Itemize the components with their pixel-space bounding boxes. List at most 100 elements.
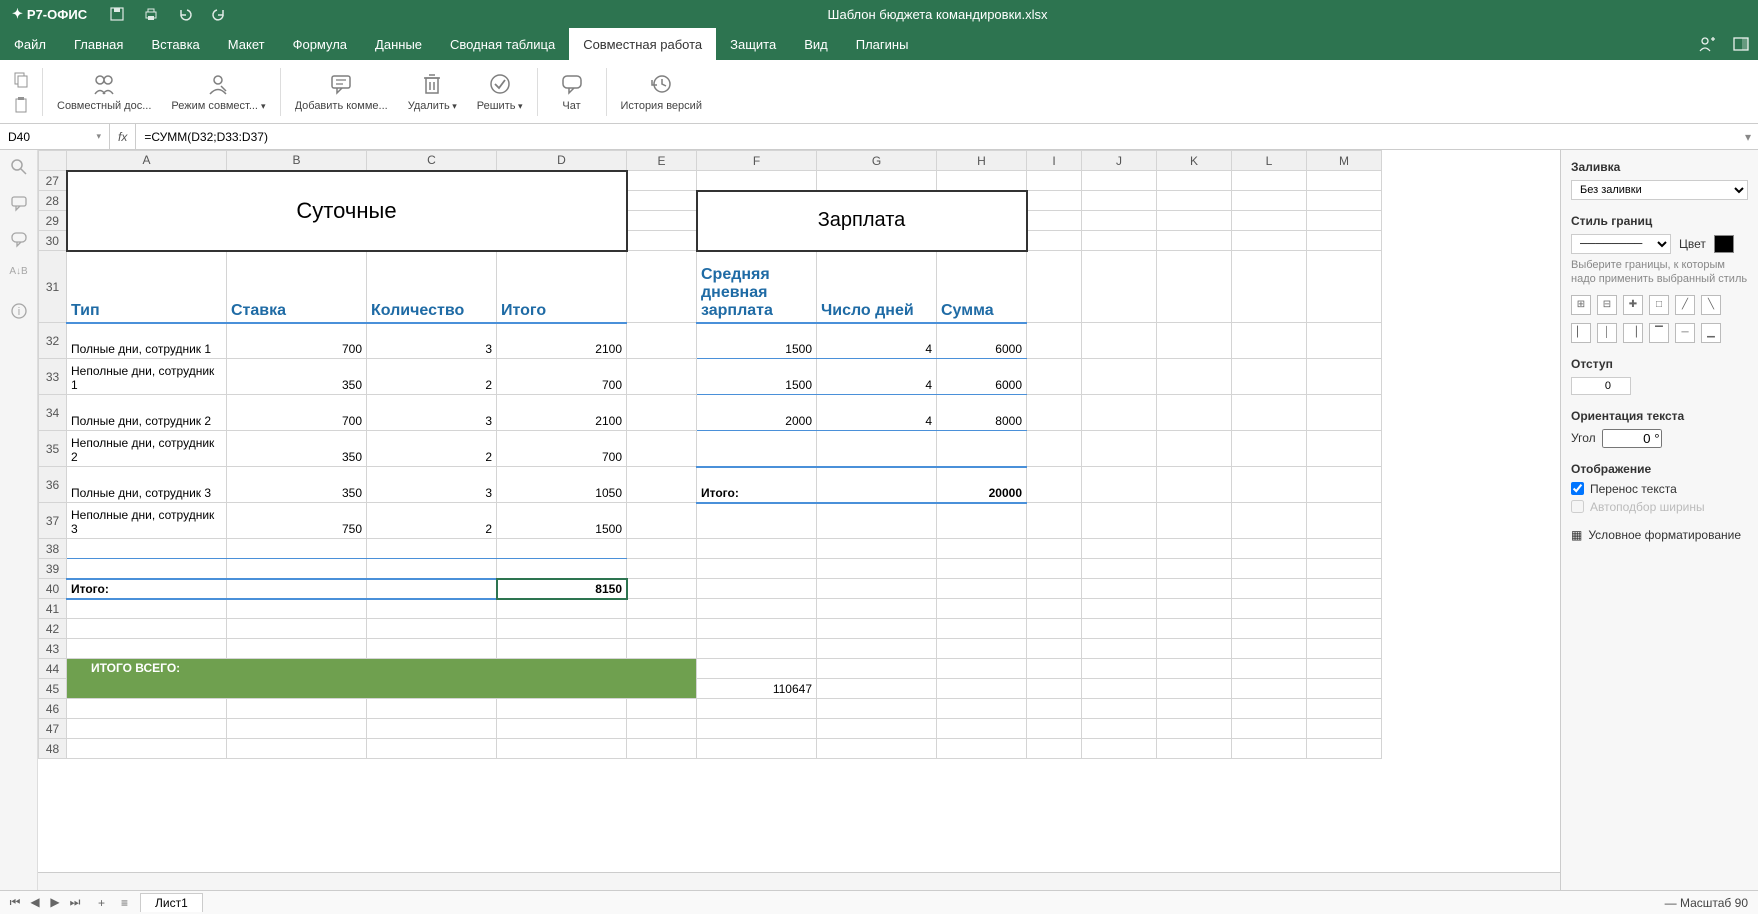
border-outer-icon[interactable]: ⊞ <box>1571 295 1591 315</box>
cell[interactable]: Тип <box>67 251 227 323</box>
search-icon[interactable] <box>10 158 28 176</box>
border-diag1-icon[interactable]: ╱ <box>1675 295 1695 315</box>
col-header[interactable]: L <box>1232 151 1307 171</box>
angle-input[interactable] <box>1602 429 1662 448</box>
spreadsheet-grid[interactable]: A B C D E F G H I J K L M 27 Суточные 28 <box>38 150 1382 759</box>
cell[interactable]: 3 <box>367 395 497 431</box>
formula-input[interactable]: =СУММ(D32;D33:D37) <box>136 124 1738 149</box>
col-header[interactable]: D <box>497 151 627 171</box>
comments-icon[interactable] <box>10 194 28 212</box>
col-header[interactable]: I <box>1027 151 1082 171</box>
cell[interactable]: Суточные <box>67 171 627 251</box>
cell[interactable]: Средняя дневная зарплата <box>697 251 817 323</box>
add-comment-button[interactable]: Добавить комме... <box>285 72 398 112</box>
border-box-icon[interactable]: □ <box>1649 295 1669 315</box>
row-header[interactable]: 42 <box>39 619 67 639</box>
cell[interactable]: 350 <box>227 431 367 467</box>
sheet-tab[interactable]: Лист1 <box>140 893 203 912</box>
feedback-icon[interactable]: i <box>10 302 28 320</box>
cell[interactable]: 4 <box>817 323 937 359</box>
border-right-icon[interactable]: ▕ <box>1623 323 1643 343</box>
border-top-icon[interactable]: ▔ <box>1649 323 1669 343</box>
col-header[interactable]: G <box>817 151 937 171</box>
col-header[interactable]: C <box>367 151 497 171</box>
col-header[interactable]: B <box>227 151 367 171</box>
row-header[interactable]: 39 <box>39 559 67 579</box>
cell[interactable]: 3 <box>367 323 497 359</box>
col-header[interactable]: A <box>67 151 227 171</box>
cell[interactable]: Неполные дни, сотрудник 1 <box>67 359 227 395</box>
col-header[interactable]: J <box>1082 151 1157 171</box>
formula-expand-icon[interactable]: ▾ <box>1738 130 1758 144</box>
row-header[interactable]: 40 <box>39 579 67 599</box>
cell[interactable]: 2000 <box>697 395 817 431</box>
select-all-corner[interactable] <box>39 151 67 171</box>
share-button[interactable]: Совместный дос... <box>47 72 161 112</box>
menu-layout[interactable]: Макет <box>214 28 279 60</box>
wrap-checkbox[interactable] <box>1571 482 1584 495</box>
cell[interactable]: ИТОГО ВСЕГО: <box>67 659 697 699</box>
border-bottom-icon[interactable]: ▁ <box>1701 323 1721 343</box>
cell[interactable]: Ставка <box>227 251 367 323</box>
col-header[interactable]: F <box>697 151 817 171</box>
chat-button[interactable]: Чат <box>542 72 602 112</box>
row-header[interactable]: 31 <box>39 251 67 323</box>
row-header[interactable]: 28 <box>39 191 67 211</box>
add-sheet-button[interactable]: + <box>90 896 113 910</box>
border-color-picker[interactable] <box>1714 235 1734 253</box>
row-header[interactable]: 48 <box>39 739 67 759</box>
save-icon[interactable] <box>109 6 125 22</box>
coedit-mode-button[interactable]: Режим совмест... <box>161 72 275 112</box>
cell[interactable]: 2 <box>367 503 497 539</box>
row-header[interactable]: 34 <box>39 395 67 431</box>
row-header[interactable]: 45 <box>39 679 67 699</box>
delete-comment-button[interactable]: Удалить <box>398 72 467 112</box>
paste-icon[interactable] <box>12 96 30 114</box>
menu-collaboration[interactable]: Совместная работа <box>569 28 716 60</box>
menu-data[interactable]: Данные <box>361 28 436 60</box>
cell[interactable]: Итого: <box>697 467 817 503</box>
fill-select[interactable]: Без заливки <box>1571 180 1748 200</box>
cell[interactable]: 110647 <box>697 679 817 699</box>
cell[interactable]: Итого <box>497 251 627 323</box>
redo-icon[interactable] <box>211 6 227 22</box>
cell[interactable]: 700 <box>497 431 627 467</box>
cell[interactable]: 1500 <box>497 503 627 539</box>
cell[interactable]: 3 <box>367 467 497 503</box>
horizontal-scrollbar[interactable] <box>38 872 1560 890</box>
border-left-icon[interactable]: ▏ <box>1571 323 1591 343</box>
cell[interactable]: 2 <box>367 431 497 467</box>
zoom-indicator[interactable]: Масштаб 90 <box>1655 896 1758 910</box>
cell[interactable]: Количество <box>367 251 497 323</box>
sheet-nav-prev[interactable]: ◀ <box>26 895 44 910</box>
history-button[interactable]: История версий <box>611 72 712 112</box>
open-panel-icon[interactable] <box>1732 35 1750 53</box>
row-header[interactable]: 37 <box>39 503 67 539</box>
border-hcenter-icon[interactable]: ─ <box>1675 323 1695 343</box>
cell[interactable]: 750 <box>227 503 367 539</box>
cell[interactable]: Полные дни, сотрудник 3 <box>67 467 227 503</box>
border-diag2-icon[interactable]: ╲ <box>1701 295 1721 315</box>
row-header[interactable]: 41 <box>39 599 67 619</box>
cell[interactable]: Число дней <box>817 251 937 323</box>
cell[interactable]: 350 <box>227 467 367 503</box>
row-header[interactable]: 32 <box>39 323 67 359</box>
cell[interactable]: 6000 <box>937 359 1027 395</box>
row-header[interactable]: 29 <box>39 211 67 231</box>
cell[interactable]: 20000 <box>937 467 1027 503</box>
cell[interactable]: 2 <box>367 359 497 395</box>
cell[interactable]: Неполные дни, сотрудник 3 <box>67 503 227 539</box>
menu-home[interactable]: Главная <box>60 28 137 60</box>
border-inner-icon[interactable]: ✚ <box>1623 295 1643 315</box>
sheet-nav-next[interactable]: ▶ <box>46 895 64 910</box>
cell[interactable]: Сумма <box>937 251 1027 323</box>
sheet-nav-last[interactable]: ⏭ <box>66 895 84 910</box>
row-header[interactable]: 27 <box>39 171 67 191</box>
cell[interactable]: Полные дни, сотрудник 2 <box>67 395 227 431</box>
conditional-formatting-button[interactable]: ▦ Условное форматирование <box>1571 528 1748 542</box>
cell[interactable]: 700 <box>227 323 367 359</box>
menu-protection[interactable]: Защита <box>716 28 790 60</box>
cell[interactable]: 4 <box>817 395 937 431</box>
col-header[interactable]: H <box>937 151 1027 171</box>
cell[interactable]: Итого: <box>67 579 227 599</box>
